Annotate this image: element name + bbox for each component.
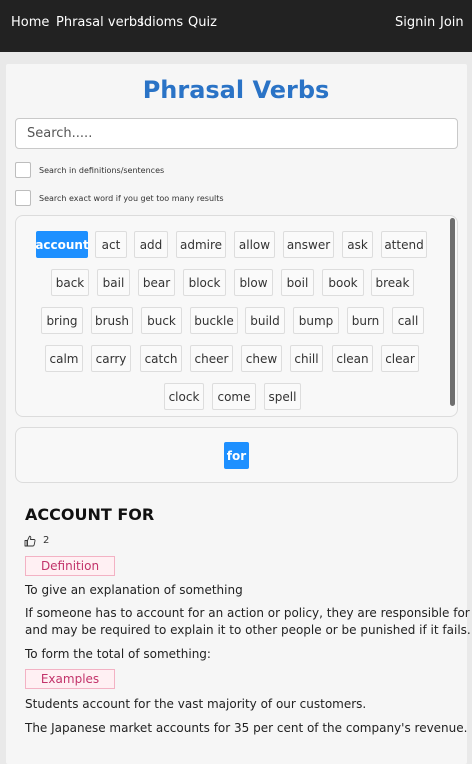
verb-chip[interactable]: come: [212, 383, 256, 410]
top-navbar: Home Phrasal verbs Idioms Quiz Signin Jo…: [0, 0, 472, 52]
definition-detail-text: If someone has to account for an action …: [25, 606, 472, 620]
nav-join-link[interactable]: Join: [440, 15, 464, 30]
verb-chip[interactable]: spell: [264, 383, 301, 410]
definition-text: To give an explanation of something: [25, 583, 243, 597]
verb-chip[interactable]: blow: [234, 269, 273, 296]
verb-chip[interactable]: chill: [290, 345, 323, 372]
verb-chip[interactable]: allow: [234, 231, 275, 258]
verb-chip[interactable]: buck: [141, 307, 182, 334]
verb-chip[interactable]: call: [392, 307, 424, 334]
thumbs-up-icon[interactable]: [24, 535, 36, 547]
nav-signin-link[interactable]: Signin: [395, 15, 435, 30]
entry-title: ACCOUNT FOR: [25, 505, 155, 524]
verb-chip[interactable]: buckle: [190, 307, 238, 334]
verb-chip[interactable]: clean: [332, 345, 373, 372]
search-definitions-checkbox[interactable]: [15, 162, 31, 178]
verb-chip[interactable]: bear: [138, 269, 175, 296]
nav-home-link[interactable]: Home: [11, 15, 49, 30]
verb-chip[interactable]: ask: [342, 231, 373, 258]
search-exact-label: Search exact word if you get too many re…: [39, 193, 224, 203]
verbs-panel-scrollbar[interactable]: [450, 218, 455, 406]
nav-phrasal-verbs-link[interactable]: Phrasal verbs: [56, 15, 144, 30]
examples-tag: Examples: [25, 669, 115, 689]
verb-chip[interactable]: answer: [283, 231, 334, 258]
verb-chip[interactable]: book: [322, 269, 364, 296]
verb-chip[interactable]: boil: [281, 269, 314, 296]
search-box: [15, 118, 458, 149]
search-exact-checkbox[interactable]: [15, 190, 31, 206]
verb-chip[interactable]: back: [51, 269, 89, 296]
verb-chip[interactable]: build: [245, 307, 285, 334]
verb-chip[interactable]: bring: [41, 307, 83, 334]
definition-text: To form the total of something:: [25, 647, 211, 661]
example-text: Students account for the vast majority o…: [25, 697, 367, 711]
verb-chip[interactable]: carry: [91, 345, 131, 372]
verb-chip[interactable]: burn: [347, 307, 384, 334]
like-count: 2: [43, 535, 50, 546]
particle-chip[interactable]: for: [224, 442, 249, 469]
verb-chip[interactable]: catch: [140, 345, 182, 372]
search-definitions-option: Search in definitions/sentences: [15, 162, 164, 178]
verb-chip[interactable]: bump: [293, 307, 339, 334]
search-definitions-label: Search in definitions/sentences: [39, 165, 165, 175]
verb-chip[interactable]: block: [183, 269, 226, 296]
example-text: The Japanese market accounts for 35 per …: [25, 721, 468, 735]
verb-chip[interactable]: admire: [176, 231, 226, 258]
verb-chip[interactable]: act: [95, 231, 127, 258]
nav-idioms-link[interactable]: Idioms: [140, 15, 183, 30]
verb-chip[interactable]: break: [371, 269, 414, 296]
search-input[interactable]: [16, 119, 457, 148]
verb-chip[interactable]: brush: [91, 307, 133, 334]
verb-chip[interactable]: bail: [97, 269, 130, 296]
page-title: Phrasal Verbs: [142, 76, 330, 104]
search-exact-option: Search exact word if you get too many re…: [15, 190, 224, 206]
verb-chip[interactable]: cheer: [190, 345, 233, 372]
definition-detail-text: and may be required to explain it to oth…: [25, 623, 471, 637]
verb-chip[interactable]: chew: [241, 345, 282, 372]
nav-quiz-link[interactable]: Quiz: [188, 15, 217, 30]
verb-chip[interactable]: clock: [164, 383, 204, 410]
verb-chip[interactable]: attend: [381, 231, 427, 258]
verb-chip[interactable]: clear: [381, 345, 419, 372]
verb-chip[interactable]: add: [134, 231, 168, 258]
verb-chip[interactable]: account: [35, 231, 89, 258]
definition-tag: Definition: [25, 556, 115, 576]
verb-chip[interactable]: calm: [45, 345, 83, 372]
